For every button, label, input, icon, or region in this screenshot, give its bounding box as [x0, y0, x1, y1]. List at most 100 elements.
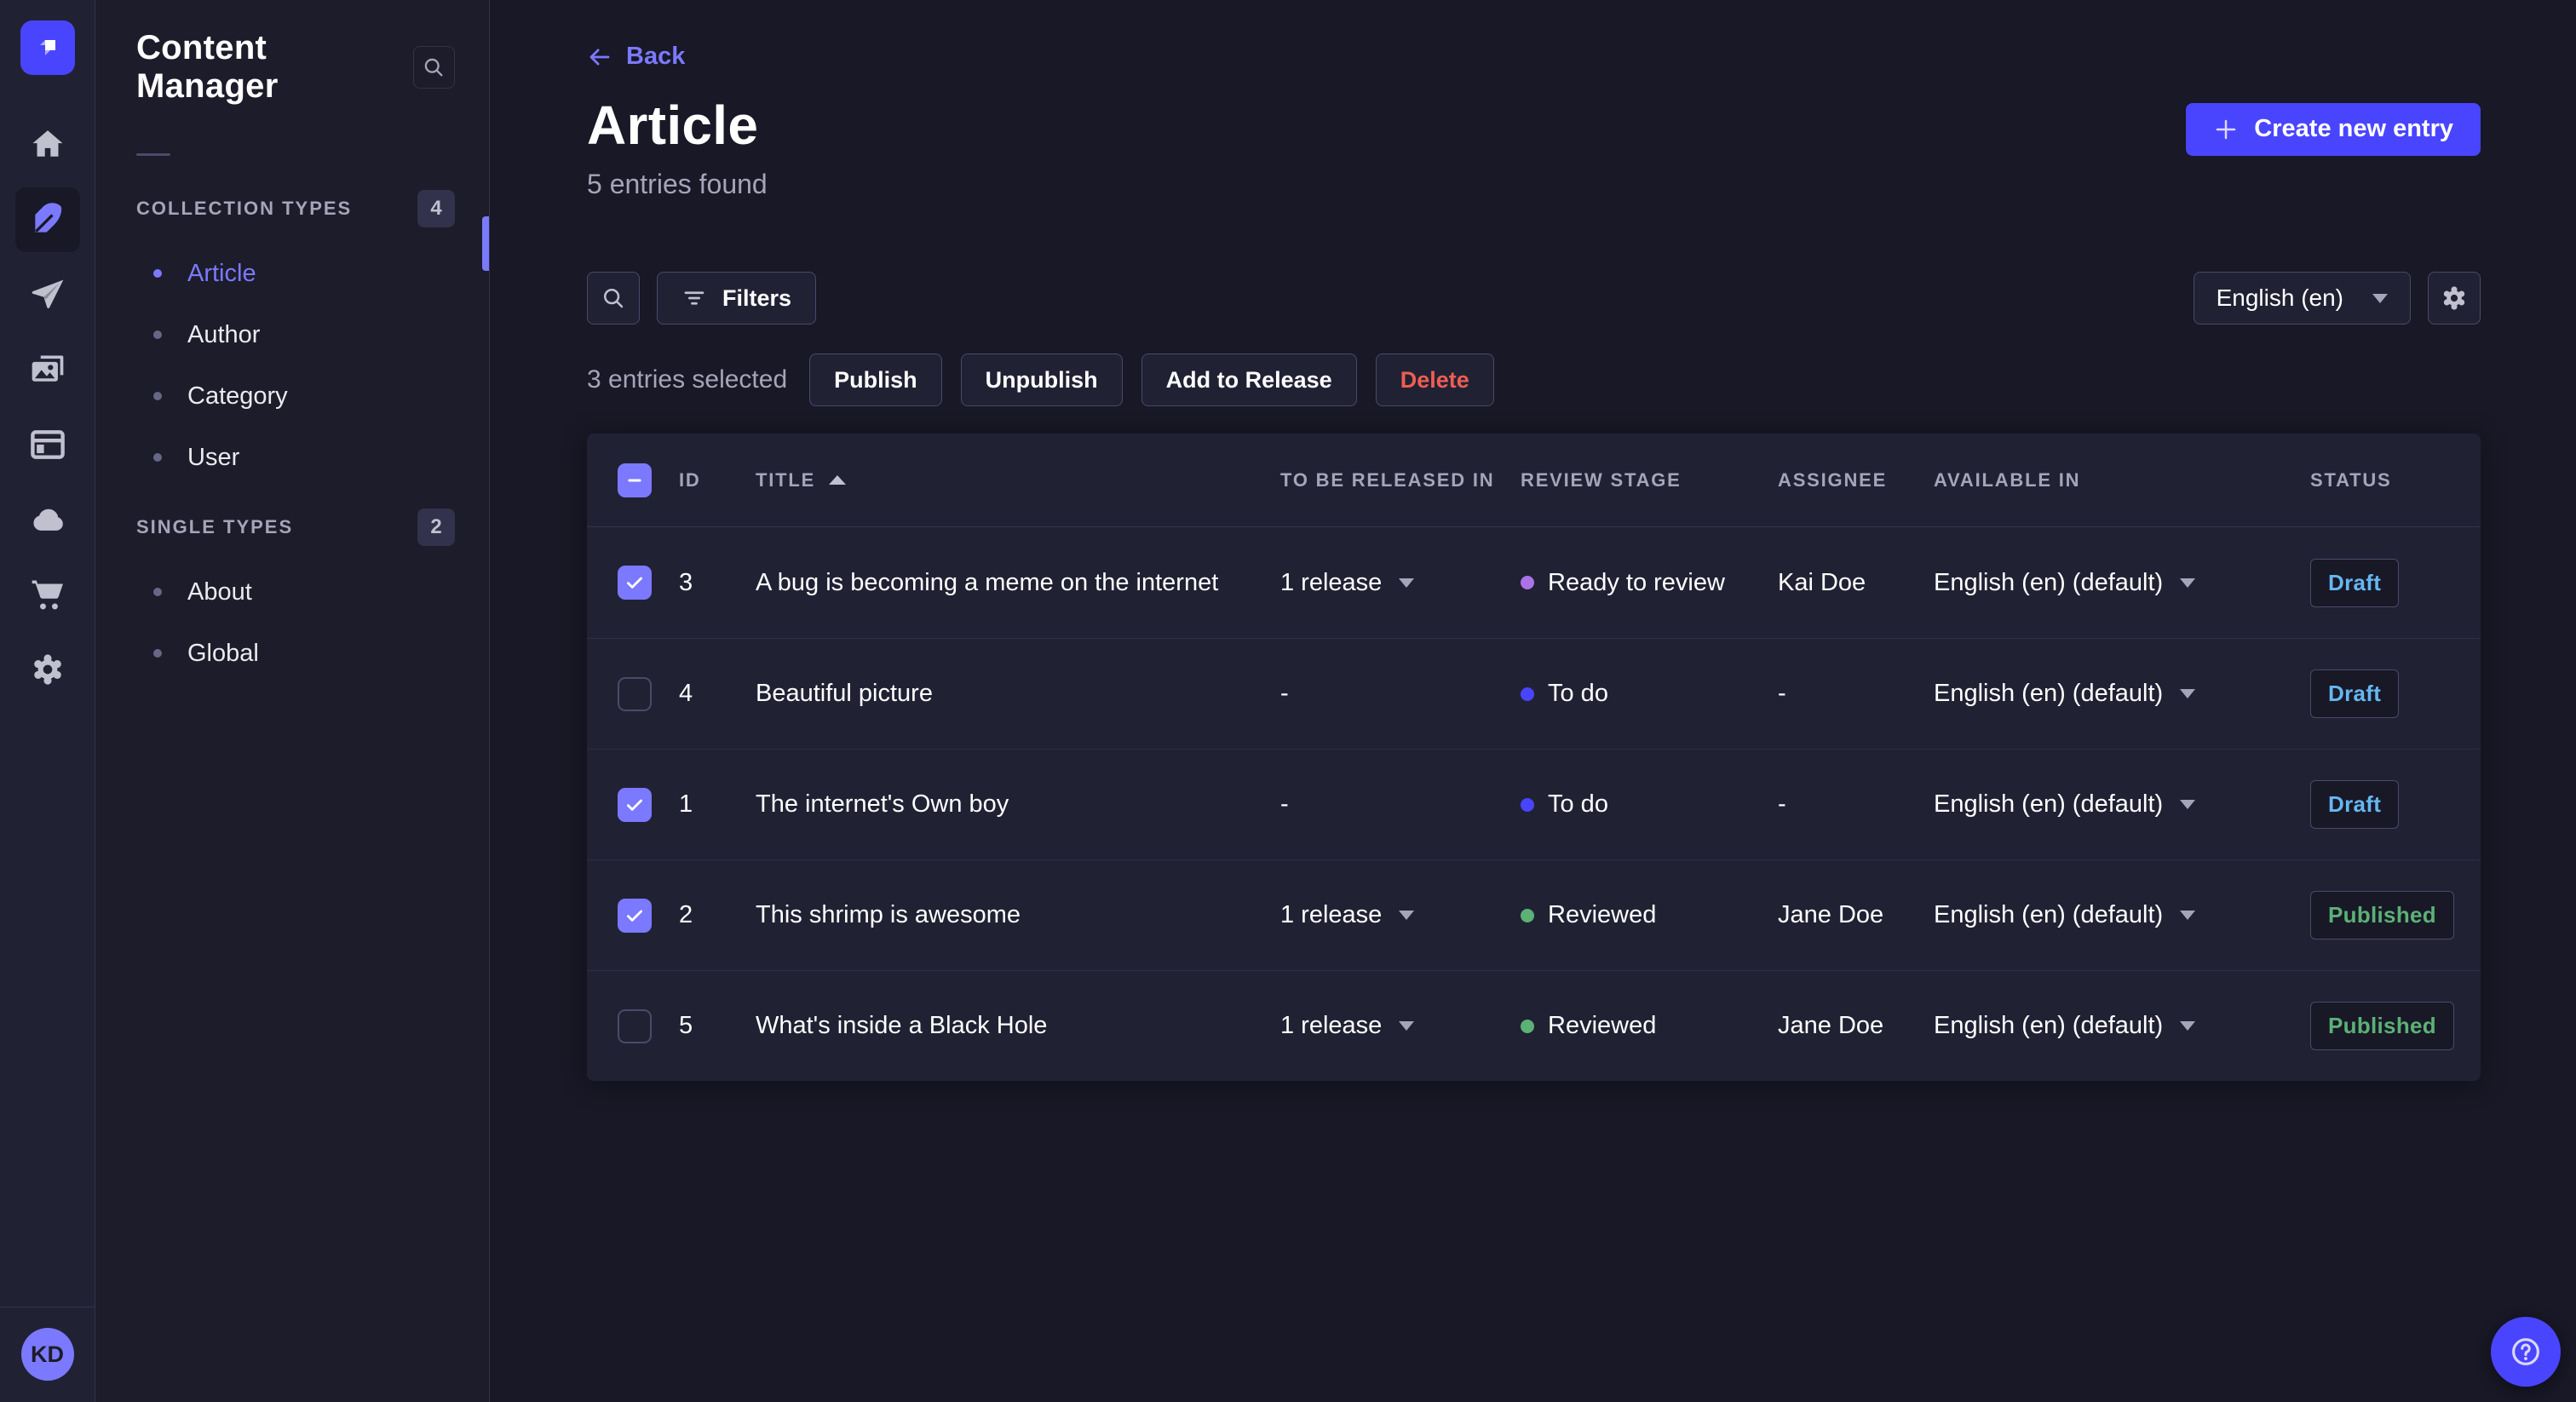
- column-header-title[interactable]: TITLE: [756, 469, 1280, 491]
- subnav-item-about[interactable]: About: [95, 561, 489, 623]
- strapi-logo[interactable]: [20, 20, 75, 75]
- table-row[interactable]: 5 What's inside a Black Hole 1 release Revi…: [587, 970, 2481, 1081]
- chevron-down-icon: [1399, 911, 1415, 921]
- section-count-badge: 4: [417, 190, 455, 227]
- delete-button[interactable]: Delete: [1375, 353, 1494, 407]
- release-cell[interactable]: 1 release: [1280, 569, 1521, 597]
- arrow-left-icon: [589, 49, 610, 65]
- stage-dot-icon: [1521, 576, 1534, 590]
- row-stage: Ready to review: [1548, 568, 1725, 596]
- sort-ascending-icon: [829, 475, 847, 486]
- row-title: The internet's Own boy: [756, 790, 1009, 819]
- home-icon[interactable]: [15, 112, 80, 177]
- stage-cell: Ready to review: [1521, 569, 1778, 597]
- row-checkbox[interactable]: [618, 787, 652, 822]
- table-row[interactable]: 1 The internet's Own boy - To do - English (e…: [587, 749, 2481, 859]
- subnav-search-button[interactable]: [412, 46, 455, 89]
- filters-button[interactable]: Filters: [657, 272, 817, 325]
- available-cell[interactable]: English (en) (default): [1934, 1012, 2310, 1040]
- subnav-item-global[interactable]: Global: [95, 623, 489, 684]
- subnav-section: SINGLE TYPES 2 About Global: [95, 509, 489, 684]
- row-checkbox[interactable]: [618, 676, 652, 711]
- filter-icon: [684, 291, 704, 305]
- search-icon: [603, 289, 624, 308]
- media-icon[interactable]: [15, 337, 80, 402]
- feather-icon[interactable]: [14, 187, 80, 252]
- user-avatar[interactable]: KD: [20, 1328, 74, 1381]
- subnav-item-user[interactable]: User: [95, 427, 489, 488]
- layout-icon[interactable]: [15, 412, 80, 477]
- release-cell[interactable]: 1 release: [1280, 901, 1521, 929]
- paper-plane-icon[interactable]: [15, 262, 80, 327]
- status-badge: Published: [2310, 891, 2454, 940]
- help-button[interactable]: [2491, 1317, 2561, 1387]
- subnav-item-author[interactable]: Author: [95, 304, 489, 365]
- id-cell: 5: [679, 1012, 756, 1040]
- chevron-down-icon: [1399, 1021, 1415, 1031]
- bullet-icon: [153, 588, 162, 596]
- available-cell[interactable]: English (en) (default): [1934, 790, 2310, 819]
- gear-icon[interactable]: [15, 637, 80, 702]
- bullet-icon: [153, 392, 162, 400]
- row-stage: To do: [1548, 680, 1608, 708]
- table-row[interactable]: 3 A bug is becoming a meme on the interne…: [587, 527, 2481, 638]
- unpublish-button[interactable]: Unpublish: [960, 353, 1123, 407]
- checkbox-cell: [587, 676, 679, 711]
- available-cell[interactable]: English (en) (default): [1934, 680, 2310, 708]
- cloud-icon[interactable]: [15, 487, 80, 552]
- app-root: KD Content Manager COLLECTION TYPES 4 Arti…: [0, 0, 2576, 1402]
- check-icon: [627, 799, 642, 811]
- section-label: SINGLE TYPES: [136, 516, 294, 537]
- bullet-icon: [153, 649, 162, 658]
- chevron-down-icon: [1399, 577, 1415, 588]
- subnav-item-article[interactable]: Article: [95, 243, 489, 304]
- settings-button[interactable]: [2428, 272, 2481, 325]
- status-badge: Draft: [2310, 780, 2400, 830]
- row-release: -: [1280, 790, 1289, 819]
- subnav-item-category[interactable]: Category: [95, 365, 489, 427]
- release-cell[interactable]: 1 release: [1280, 1012, 1521, 1040]
- subnav-divider: [136, 153, 170, 156]
- row-checkbox[interactable]: [618, 1008, 652, 1043]
- id-cell: 2: [679, 901, 756, 929]
- bullet-icon: [153, 269, 162, 278]
- back-link[interactable]: Back: [587, 43, 685, 71]
- stage-dot-icon: [1521, 797, 1534, 812]
- table-body: 3 A bug is becoming a meme on the interne…: [587, 527, 2481, 1081]
- stage-cell: To do: [1521, 680, 1778, 708]
- row-stage: To do: [1548, 790, 1608, 819]
- row-id: 5: [679, 1012, 693, 1040]
- chevron-down-icon: [2180, 800, 2196, 810]
- available-cell[interactable]: English (en) (default): [1934, 569, 2310, 597]
- row-assignee: Jane Doe: [1778, 1012, 1884, 1040]
- stage-dot-icon: [1521, 1019, 1534, 1033]
- assignee-cell: -: [1778, 790, 1934, 819]
- select-all-checkbox[interactable]: [618, 463, 652, 497]
- id-cell: 4: [679, 680, 756, 708]
- column-header-stage: REVIEW STAGE: [1521, 468, 1682, 491]
- entries-count: 5 entries found: [587, 169, 768, 200]
- locale-select[interactable]: English (en): [2193, 272, 2411, 325]
- stage-dot-icon: [1521, 908, 1534, 922]
- title-cell: This shrimp is awesome: [756, 901, 1280, 929]
- publish-button[interactable]: Publish: [809, 353, 942, 407]
- entries-table: ID TITLE TO BE RELEASED IN REVIEW STAGE …: [587, 434, 2481, 1082]
- subnav-item-label: User: [187, 443, 240, 471]
- cart-icon[interactable]: [15, 562, 80, 627]
- create-new-entry-button[interactable]: Create new entry: [2186, 102, 2481, 156]
- row-id: 1: [679, 790, 693, 819]
- question-mark-icon: [2512, 1338, 2539, 1365]
- add-to-release-button[interactable]: Add to Release: [1141, 353, 1357, 407]
- column-header-status: STATUS: [2310, 468, 2392, 491]
- row-checkbox[interactable]: [618, 566, 652, 600]
- table-search-button[interactable]: [587, 272, 640, 325]
- table-row[interactable]: 2 This shrimp is awesome 1 release Reviewed…: [587, 859, 2481, 970]
- table-row[interactable]: 4 Beautiful picture - To do - English (en) (d…: [587, 638, 2481, 749]
- available-cell[interactable]: English (en) (default): [1934, 901, 2310, 929]
- column-header-assignee: ASSIGNEE: [1778, 468, 1888, 491]
- section-items: About Global: [95, 561, 489, 684]
- row-checkbox[interactable]: [618, 898, 652, 933]
- section-header: SINGLE TYPES 2: [95, 509, 489, 546]
- status-cell: Draft: [2310, 558, 2481, 607]
- section-header: COLLECTION TYPES 4: [95, 190, 489, 227]
